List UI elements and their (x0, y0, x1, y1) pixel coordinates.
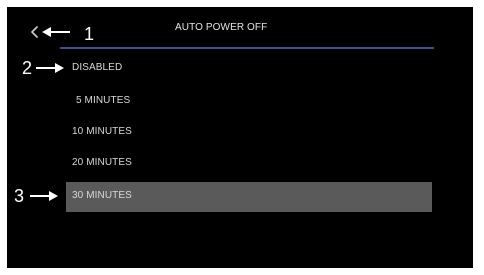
menu-item-10-minutes[interactable]: 10 MINUTES (72, 126, 132, 138)
callout-number: 2 (22, 58, 33, 78)
menu-item-20-minutes[interactable]: 20 MINUTES (72, 157, 132, 169)
callout-number: 1 (84, 24, 95, 44)
menu-item-disabled[interactable]: DISABLED (72, 62, 122, 74)
menu-item-30-minutes[interactable]: 30 MINUTES (72, 190, 132, 202)
chevron-left-icon[interactable] (30, 26, 40, 38)
callout-arrow-right-icon (30, 191, 58, 201)
page-title: AUTO POWER OFF (175, 22, 268, 33)
title-divider (60, 47, 434, 49)
callout-arrow-left-icon (42, 27, 70, 37)
callout-number: 3 (14, 186, 25, 206)
menu-item-5-minutes[interactable]: 5 MINUTES (76, 95, 130, 107)
callout-arrow-right-icon (36, 63, 64, 73)
